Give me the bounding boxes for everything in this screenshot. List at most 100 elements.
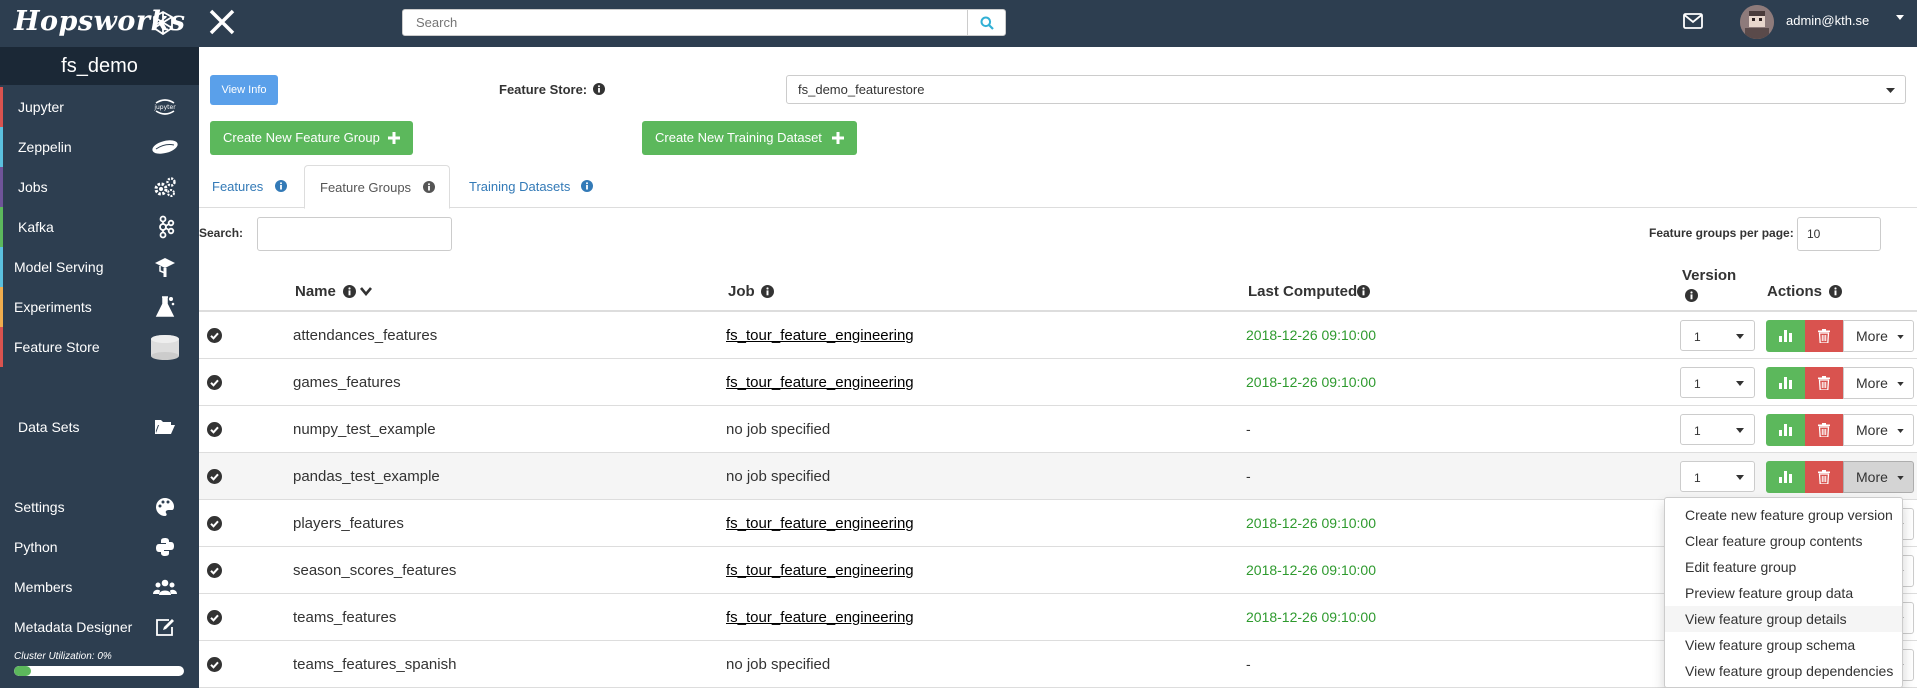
sort-chevron-down-icon[interactable] [360, 287, 372, 296]
sidebar-item-jupyter[interactable]: Jupyter jupyter [0, 87, 199, 127]
delete-button[interactable] [1805, 414, 1843, 446]
menu-item-view-schema[interactable]: View feature group schema [1665, 632, 1902, 658]
chevron-down-icon [1897, 335, 1904, 339]
version-select[interactable]: 1 [1680, 414, 1755, 445]
last-computed: - [1246, 656, 1251, 672]
menu-item-edit[interactable]: Edit feature group [1665, 554, 1902, 580]
more-button[interactable]: More [1843, 414, 1914, 446]
sidebar-item-label: Python [14, 539, 58, 555]
bar-chart-icon [1779, 330, 1792, 342]
sidebar-item-kafka[interactable]: Kafka [0, 207, 199, 247]
table-row: numpy_test_example no job specified - 1 More [199, 406, 1917, 453]
sidebar-item-python[interactable]: Python [0, 527, 199, 567]
sidebar-item-zeppelin[interactable]: Zeppelin [0, 127, 199, 167]
job-text: no job specified [726, 656, 831, 673]
search-label: Search: [199, 226, 244, 240]
sidebar-item-feature-store[interactable]: Feature Store [0, 327, 199, 367]
sidebar-item-label: Kafka [18, 219, 54, 235]
zeppelin-icon [150, 135, 180, 159]
statistics-button[interactable] [1766, 320, 1805, 352]
main-content: View Info Feature Store: fs_demo_feature… [199, 47, 1917, 688]
sidebar-item-model-serving[interactable]: Model Serving [0, 247, 199, 287]
tab-features[interactable]: Features [212, 165, 312, 208]
feature-group-name: games_features [293, 374, 401, 391]
sidebar-item-experiments[interactable]: Experiments [0, 287, 199, 327]
delete-button[interactable] [1805, 320, 1843, 352]
last-computed: 2018-12-26 09:10:00 [1246, 562, 1376, 578]
mail-icon[interactable] [1683, 13, 1703, 29]
check-circle-icon [207, 375, 222, 390]
cluster-utilization-label: Cluster Utilization: 0% [14, 651, 112, 662]
column-header-name[interactable]: Name [295, 283, 336, 300]
info-icon[interactable] [1357, 285, 1370, 298]
close-icon[interactable] [208, 8, 236, 36]
menu-item-preview-data[interactable]: Preview feature group data [1665, 580, 1902, 606]
info-icon[interactable] [593, 83, 605, 95]
tab-bar: Features Feature Groups Training Dataset… [199, 165, 1917, 209]
feature-store-select[interactable]: fs_demo_featurestore [786, 75, 1906, 104]
delete-button[interactable] [1805, 367, 1843, 399]
avatar[interactable] [1740, 5, 1774, 39]
table-row: pandas_test_example no job specified - 1 Mor… [199, 453, 1917, 500]
global-search [402, 9, 1006, 36]
info-icon[interactable] [343, 285, 356, 298]
menu-item-view-details[interactable]: View feature group details [1665, 606, 1902, 632]
version-select[interactable]: 1 [1680, 320, 1755, 351]
sidebar-item-metadata-designer[interactable]: Metadata Designer [0, 607, 199, 647]
more-button[interactable]: More [1843, 367, 1914, 399]
view-info-button[interactable]: View Info [210, 75, 278, 105]
create-feature-group-button[interactable]: Create New Feature Group [210, 121, 413, 155]
info-icon[interactable] [1829, 285, 1842, 298]
table-search-input[interactable] [257, 217, 452, 251]
check-circle-icon [207, 516, 222, 531]
search-input[interactable] [403, 10, 969, 35]
menu-item-create-version[interactable]: Create new feature group version [1665, 502, 1902, 528]
statistics-button[interactable] [1766, 367, 1805, 399]
job-link[interactable]: fs_tour_feature_engineering [726, 374, 914, 391]
per-page-input[interactable]: 10 [1797, 217, 1881, 251]
tab-training-datasets[interactable]: Training Datasets [469, 165, 609, 208]
tab-feature-groups[interactable]: Feature Groups [304, 165, 450, 209]
version-select[interactable]: 1 [1680, 461, 1755, 492]
statistics-button[interactable] [1766, 414, 1805, 446]
chevron-down-icon [1897, 476, 1904, 480]
more-label: More [1856, 328, 1888, 344]
more-button[interactable]: More [1843, 320, 1914, 352]
menu-item-view-dependencies[interactable]: View feature group dependencies [1665, 658, 1902, 684]
user-email[interactable]: admin@kth.se [1786, 13, 1869, 28]
job-link[interactable]: fs_tour_feature_engineering [726, 609, 914, 626]
search-icon [980, 16, 994, 30]
statistics-button[interactable] [1766, 461, 1805, 493]
sidebar-item-label: Model Serving [14, 259, 104, 275]
more-button[interactable]: More [1843, 461, 1914, 493]
check-circle-icon [207, 328, 222, 343]
project-name[interactable]: fs_demo [0, 47, 199, 85]
search-button[interactable] [967, 10, 1005, 35]
last-computed: 2018-12-26 09:10:00 [1246, 327, 1376, 343]
version-value: 1 [1694, 377, 1701, 391]
sidebar-item-settings[interactable]: Settings [0, 487, 199, 527]
sidebar-item-members[interactable]: Members [0, 567, 199, 607]
menu-item-clear-contents[interactable]: Clear feature group contents [1665, 528, 1902, 554]
accent-bar [0, 327, 3, 367]
table-row: games_features fs_tour_feature_engineerin… [199, 359, 1917, 406]
create-training-dataset-button[interactable]: Create New Training Dataset [642, 121, 857, 155]
more-label: More [1856, 469, 1888, 485]
accent-bar [0, 167, 3, 207]
last-computed: 2018-12-26 09:10:00 [1246, 374, 1376, 390]
job-link[interactable]: fs_tour_feature_engineering [726, 562, 914, 579]
version-value: 1 [1694, 471, 1701, 485]
trash-icon [1818, 470, 1830, 484]
experiments-icon [150, 295, 180, 319]
job-link[interactable]: fs_tour_feature_engineering [726, 515, 914, 532]
sidebar-item-jobs[interactable]: Jobs [0, 167, 199, 207]
sidebar-item-data-sets[interactable]: Data Sets [0, 407, 199, 447]
version-select[interactable]: 1 [1680, 367, 1755, 398]
chevron-down-icon[interactable] [1896, 15, 1904, 20]
feature-group-name: pandas_test_example [293, 468, 440, 485]
delete-button[interactable] [1805, 461, 1843, 493]
last-computed: 2018-12-26 09:10:00 [1246, 609, 1376, 625]
job-link[interactable]: fs_tour_feature_engineering [726, 327, 914, 344]
info-icon[interactable] [761, 285, 774, 298]
info-icon[interactable] [1685, 289, 1698, 302]
